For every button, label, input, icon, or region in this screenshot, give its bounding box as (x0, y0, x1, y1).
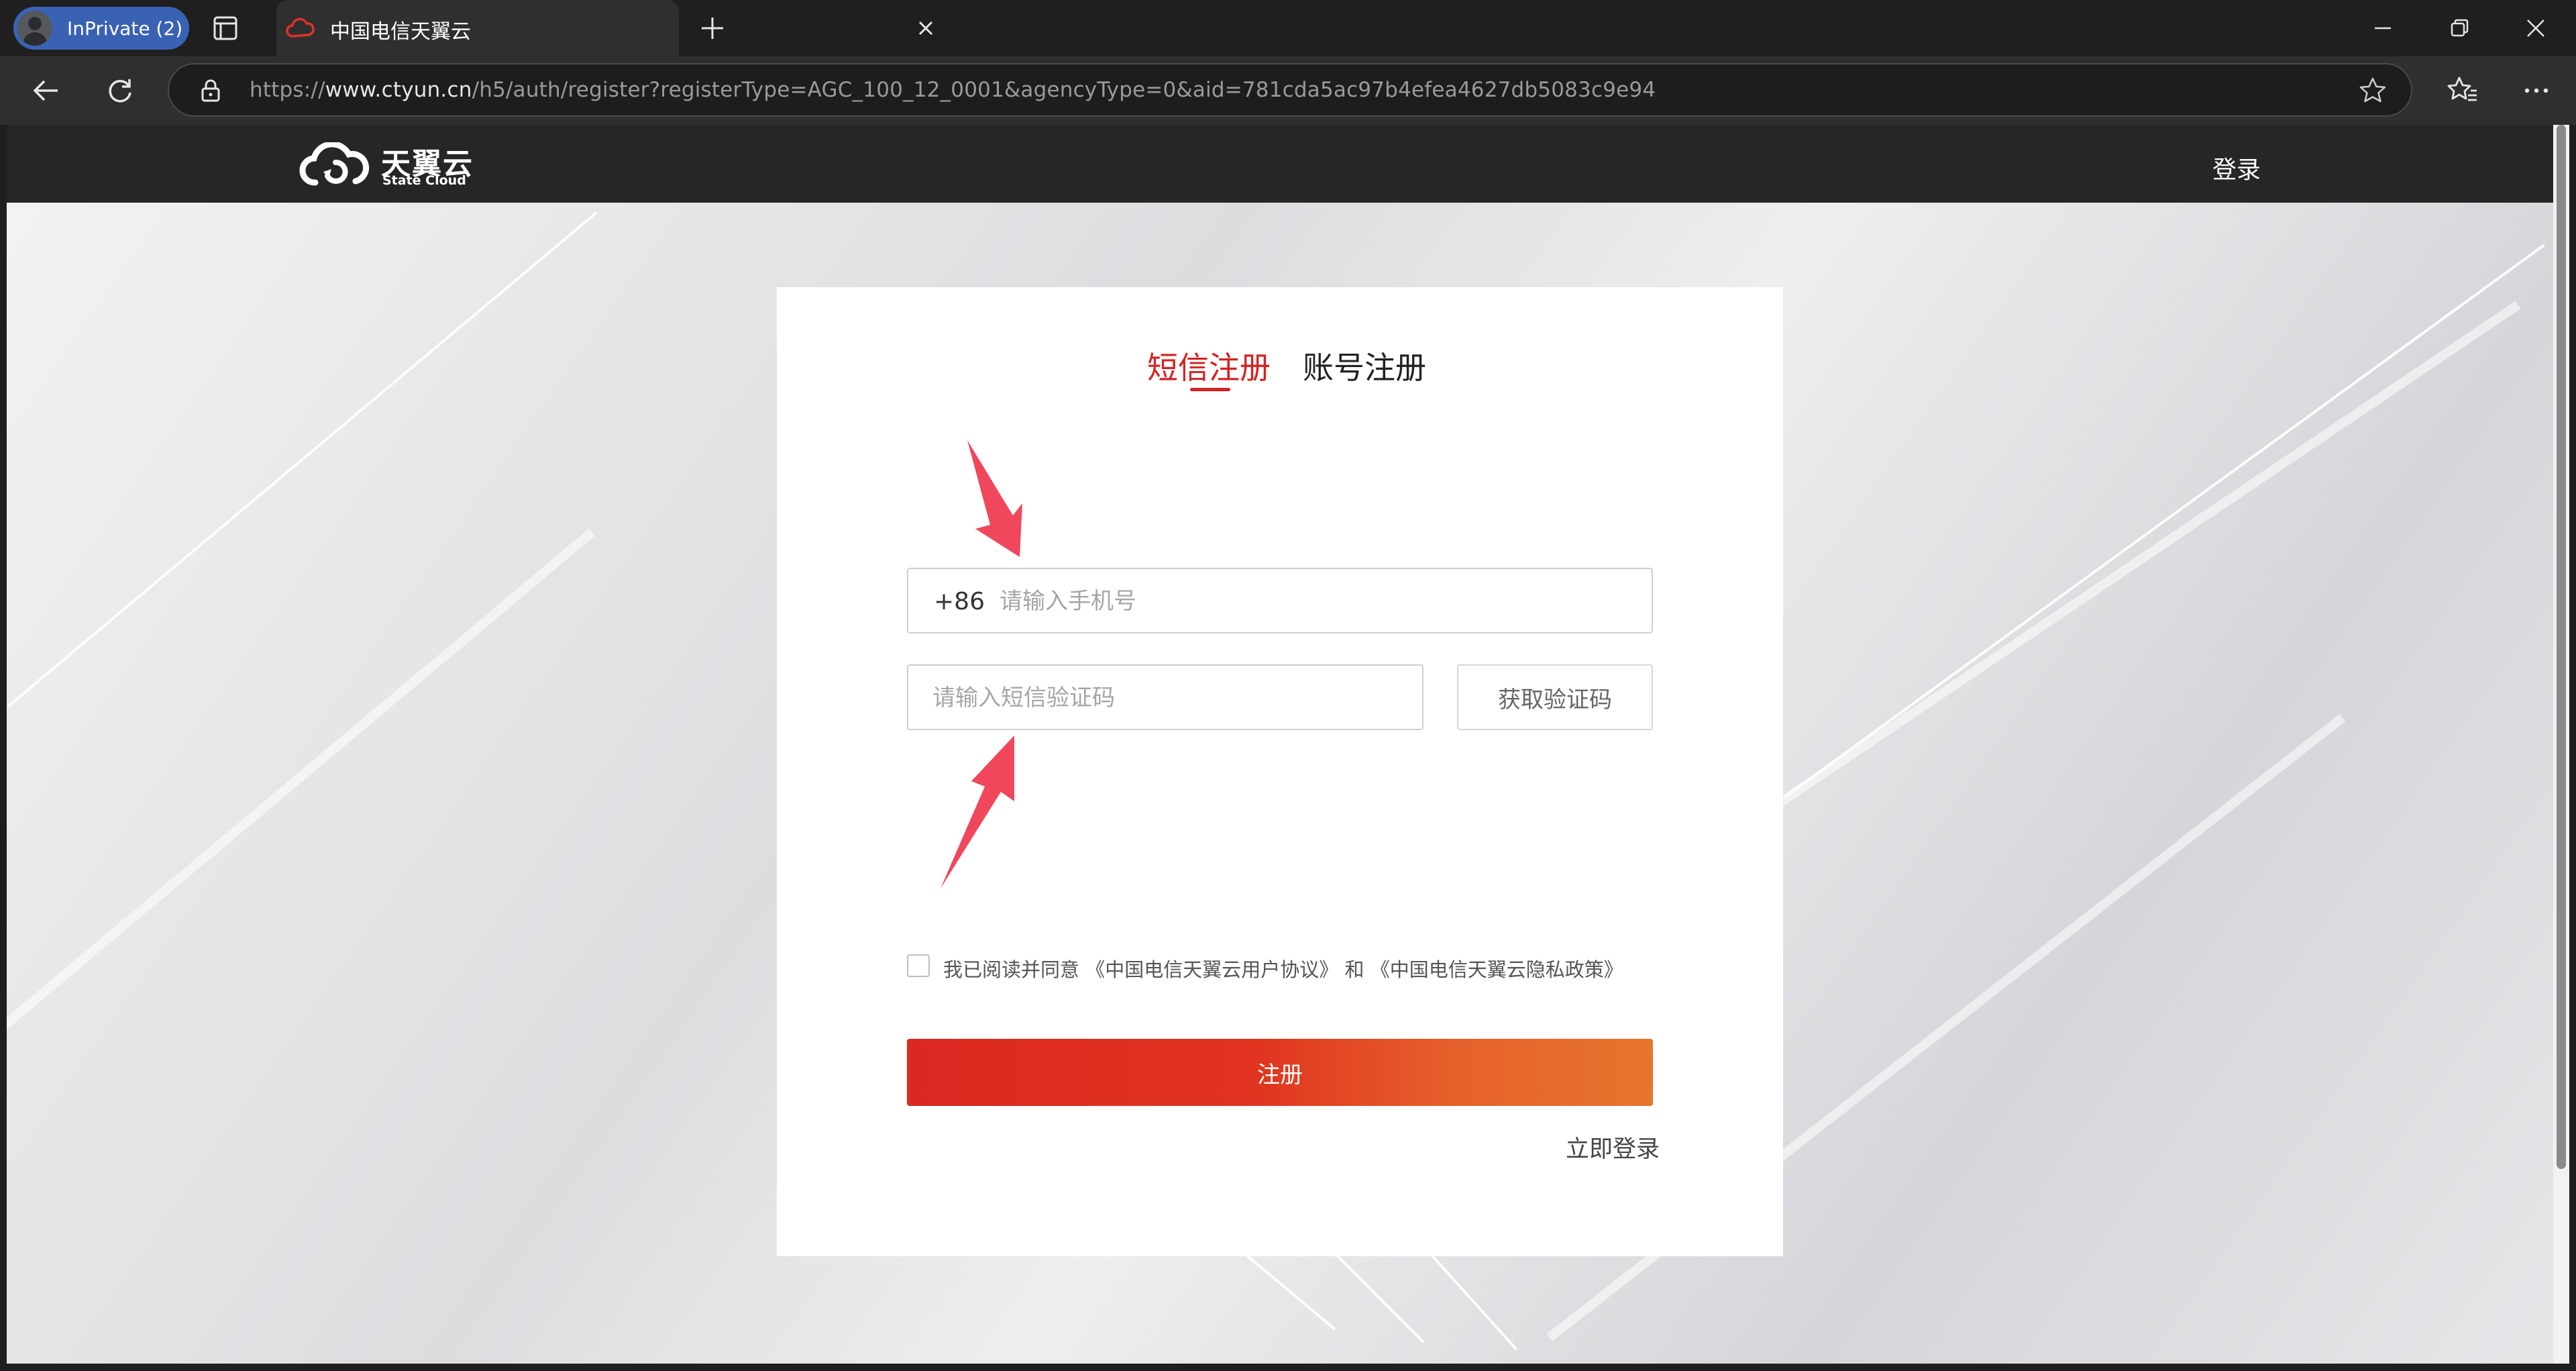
restore-window-icon[interactable] (2445, 13, 2474, 43)
active-tab-indicator (1190, 388, 1230, 391)
scrollbar-thumb[interactable] (2557, 125, 2566, 1169)
add-favorite-star-icon[interactable] (2357, 75, 2388, 106)
profile-avatar-icon (17, 11, 52, 46)
browser-tab-active[interactable]: 中国电信天翼云 (276, 0, 933, 56)
sms-code-input[interactable] (931, 674, 1403, 722)
background-streak (7, 211, 598, 731)
back-arrow-icon[interactable] (30, 74, 63, 107)
close-tab-icon[interactable] (914, 16, 938, 40)
page-scrollbar[interactable] (2553, 125, 2569, 1364)
url-text[interactable]: https://www.ctyun.cn/h5/auth/register?re… (250, 78, 1656, 102)
url-path: /h5/auth/register?registerType=AGC_100_1… (472, 78, 1656, 102)
phone-field[interactable]: +86 (907, 568, 1653, 633)
inprivate-profile-button[interactable]: InPrivate (2) (13, 7, 189, 50)
background-streak (1681, 301, 2521, 872)
tab-title: 中国电信天翼云 (330, 20, 471, 44)
tab-actions-icon[interactable] (208, 11, 243, 46)
address-bar[interactable]: https://www.ctyun.cn/h5/auth/register?re… (168, 63, 2412, 117)
refresh-icon[interactable] (103, 74, 137, 107)
tab-sms-register[interactable]: 短信注册 (1147, 344, 1271, 388)
agreement-prefix: 我已阅读并同意 (943, 958, 1080, 981)
user-agreement-link[interactable]: 《中国电信天翼云用户协议》 (1085, 958, 1338, 981)
phone-input[interactable] (998, 577, 1631, 625)
ctyun-favicon-icon (286, 17, 315, 38)
browser-toolbar: https://www.ctyun.cn/h5/auth/register?re… (0, 56, 2576, 125)
background-streak (7, 528, 595, 1140)
sms-code-field[interactable] (907, 664, 1424, 730)
annotation-arrow-icon (941, 735, 1014, 888)
privacy-policy-link[interactable]: 《中国电信天翼云隐私政策》 (1371, 958, 1623, 981)
register-button[interactable]: 注册 (907, 1039, 1653, 1106)
inprivate-label: InPrivate (2) (67, 17, 183, 40)
close-window-icon[interactable] (2521, 13, 2551, 43)
header-login-link[interactable]: 登录 (2212, 150, 2261, 185)
page-viewport: 天翼云 State Cloud 登录 短信注册 账号注册 +86 获取验证码 我… (7, 125, 2553, 1364)
cloud-logo-icon (299, 142, 370, 186)
minimize-window-icon[interactable] (2368, 13, 2398, 43)
background-streak (1783, 244, 2545, 799)
more-options-icon[interactable] (2520, 74, 2553, 107)
url-host: www.ctyun.cn (325, 78, 472, 102)
get-code-button[interactable]: 获取验证码 (1457, 664, 1653, 730)
login-now-link[interactable]: 立即登录 (1566, 1130, 1660, 1164)
state-cloud-logo[interactable]: 天翼云 State Cloud (299, 140, 487, 188)
lock-icon[interactable] (199, 78, 223, 103)
register-card: 短信注册 账号注册 +86 获取验证码 我已阅读并同意 《中国电信天翼云用户协议… (777, 287, 1783, 1256)
agreement-text: 我已阅读并同意 《中国电信天翼云用户协议》 和 《中国电信天翼云隐私政策》 (943, 954, 1623, 982)
annotation-arrow-icon (967, 440, 1022, 557)
url-scheme: https:// (250, 78, 325, 102)
tab-account-register[interactable]: 账号注册 (1303, 344, 1426, 388)
agreement-and: 和 (1344, 958, 1364, 981)
logo-english-text: State Cloud (382, 173, 466, 188)
new-tab-icon[interactable] (698, 13, 727, 43)
agreement-checkbox[interactable] (907, 954, 930, 977)
country-code[interactable]: +86 (934, 588, 985, 615)
favorites-icon[interactable] (2446, 74, 2479, 107)
browser-title-bar: InPrivate (2) 中国电信天翼云 (0, 0, 2576, 56)
site-header: 天翼云 State Cloud 登录 (7, 125, 2553, 203)
